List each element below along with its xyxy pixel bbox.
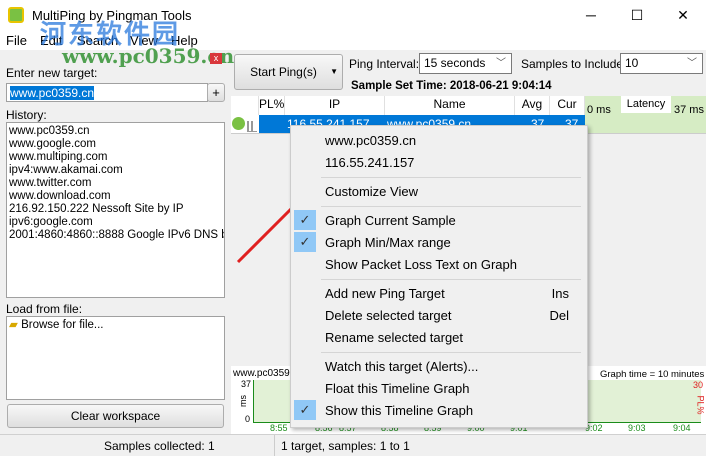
check-icon: ✓ [294,210,316,230]
add-target-button[interactable]: + [207,83,225,102]
header-cur[interactable]: Cur [550,96,585,115]
latency-min: 0 ms [587,104,611,116]
dropdown-arrow-icon[interactable]: ▼ [330,55,338,89]
status-samples: Samples collected: 1 [104,439,215,453]
shortcut-ins: Ins [551,286,569,301]
history-item[interactable]: www.pc0359.cn [7,125,224,138]
samples-value: 10 [625,56,639,70]
start-ping-button[interactable]: Start Ping(s) ▼ [234,54,343,90]
browse-file-label: Browse for file... [21,319,104,331]
menu-ip[interactable]: 116.55.241.157 [325,155,414,170]
menu-add-target[interactable]: Add new Ping Target [325,286,445,301]
menu-watch-target[interactable]: Watch this target (Alerts)... [325,359,478,374]
graph-tick: 9:03 [628,423,646,433]
menu-float-graph[interactable]: Float this Timeline Graph [325,381,470,396]
shortcut-del: Del [549,308,569,323]
history-item[interactable]: www.google.com [7,138,224,151]
graph-ymax: 37 [241,379,252,389]
samples-label: Samples to Include: [521,57,627,71]
menu-graph-current-sample[interactable]: Graph Current Sample [325,213,456,228]
load-file-list[interactable]: ▰ Browse for file... [6,316,225,400]
status-bar: Samples collected: 1 1 target, samples: … [0,434,706,456]
status-divider [274,435,275,456]
graph-time: Graph time = 10 minutes [600,369,705,380]
menu-delete-target[interactable]: Delete selected target [325,308,451,323]
history-item[interactable]: www.download.com [7,190,224,203]
menu-separator [321,352,581,353]
chevron-down-icon: ﹀ [496,58,506,69]
ping-interval-label: Ping Interval: [349,57,420,71]
header-pl[interactable]: PL% [259,96,285,115]
status-dot-icon [232,117,245,130]
menu-separator [321,206,581,207]
graph-tick: 9:04 [673,423,691,433]
graph-tick: 8:55 [270,423,288,433]
menu-show-timeline[interactable]: Show this Timeline Graph [325,403,473,418]
close-panel-button[interactable]: x [210,53,222,64]
context-menu: www.pc0359.cn 116.55.241.157 Customize V… [290,125,588,428]
header-ip[interactable]: IP [285,96,385,115]
menu-rename-target[interactable]: Rename selected target [325,330,463,345]
history-item[interactable]: ipv6:google.com [7,216,224,229]
enter-target-label: Enter new target: [6,66,98,80]
close-button[interactable]: ✕ [660,0,706,30]
history-label: History: [6,108,47,122]
bar-chart-icon [247,121,257,132]
menu-graph-minmax[interactable]: Graph Min/Max range [325,235,451,250]
status-targets: 1 target, samples: 1 to 1 [281,439,410,453]
graph-pl-label: PL% [695,395,706,415]
graph-target-name: www.pc0359 [233,368,290,379]
menu-separator [321,177,581,178]
latency-max: 37 ms [674,104,704,116]
graph-ymin: 0 [245,414,251,424]
ping-interval-select[interactable]: 15 seconds ﹀ [419,53,512,74]
latency-label: Latency [621,96,671,113]
minimize-button[interactable]: ─ [568,0,614,30]
menu-host[interactable]: www.pc0359.cn [325,133,416,148]
header-status [231,96,259,115]
history-item[interactable]: www.twitter.com [7,177,224,190]
history-item[interactable]: ipv4:www.akamai.com [7,164,224,177]
load-file-label: Load from file: [6,302,83,316]
history-item[interactable]: 216.92.150.222 Nessoft Site by IP [7,203,224,216]
target-input-value: www.pc0359.cn [10,86,95,100]
menu-show-pl-text[interactable]: Show Packet Loss Text on Graph [325,257,517,272]
sample-set-time: Sample Set Time: 2018-06-21 9:04:14 [351,80,552,92]
check-icon: ✓ [294,232,316,252]
menu-separator [321,279,581,280]
clear-workspace-button[interactable]: Clear workspace [7,404,224,428]
check-icon: ✓ [294,400,316,420]
maximize-button[interactable]: ☐ [614,0,660,30]
graph-pl-max: 30 [693,380,704,390]
graph-yunit: ms [238,395,248,407]
history-list[interactable]: www.pc0359.cn www.google.com www.multipi… [6,122,225,298]
menu-customize-view[interactable]: Customize View [325,184,418,199]
menu-file[interactable]: File [6,33,27,48]
latency-header: 0 ms Latency 37 ms [585,96,706,133]
watermark-url: www.pc0359.cn [62,44,235,68]
start-ping-label: Start Ping(s) [250,65,317,79]
samples-select[interactable]: 10 ﹀ [620,53,703,74]
target-input[interactable]: www.pc0359.cn [6,83,208,102]
history-item[interactable]: www.multiping.com [7,151,224,164]
ping-interval-value: 15 seconds [424,56,486,70]
folder-icon: ▰ [9,319,18,331]
header-avg[interactable]: Avg [515,96,550,115]
chevron-down-icon: ﹀ [687,58,697,69]
browse-file-item[interactable]: ▰ Browse for file... [7,319,224,332]
app-icon [8,7,24,23]
header-name[interactable]: Name [385,96,515,115]
history-item[interactable]: 2001:4860:4860::8888 Google IPv6 DNS by … [7,229,224,242]
